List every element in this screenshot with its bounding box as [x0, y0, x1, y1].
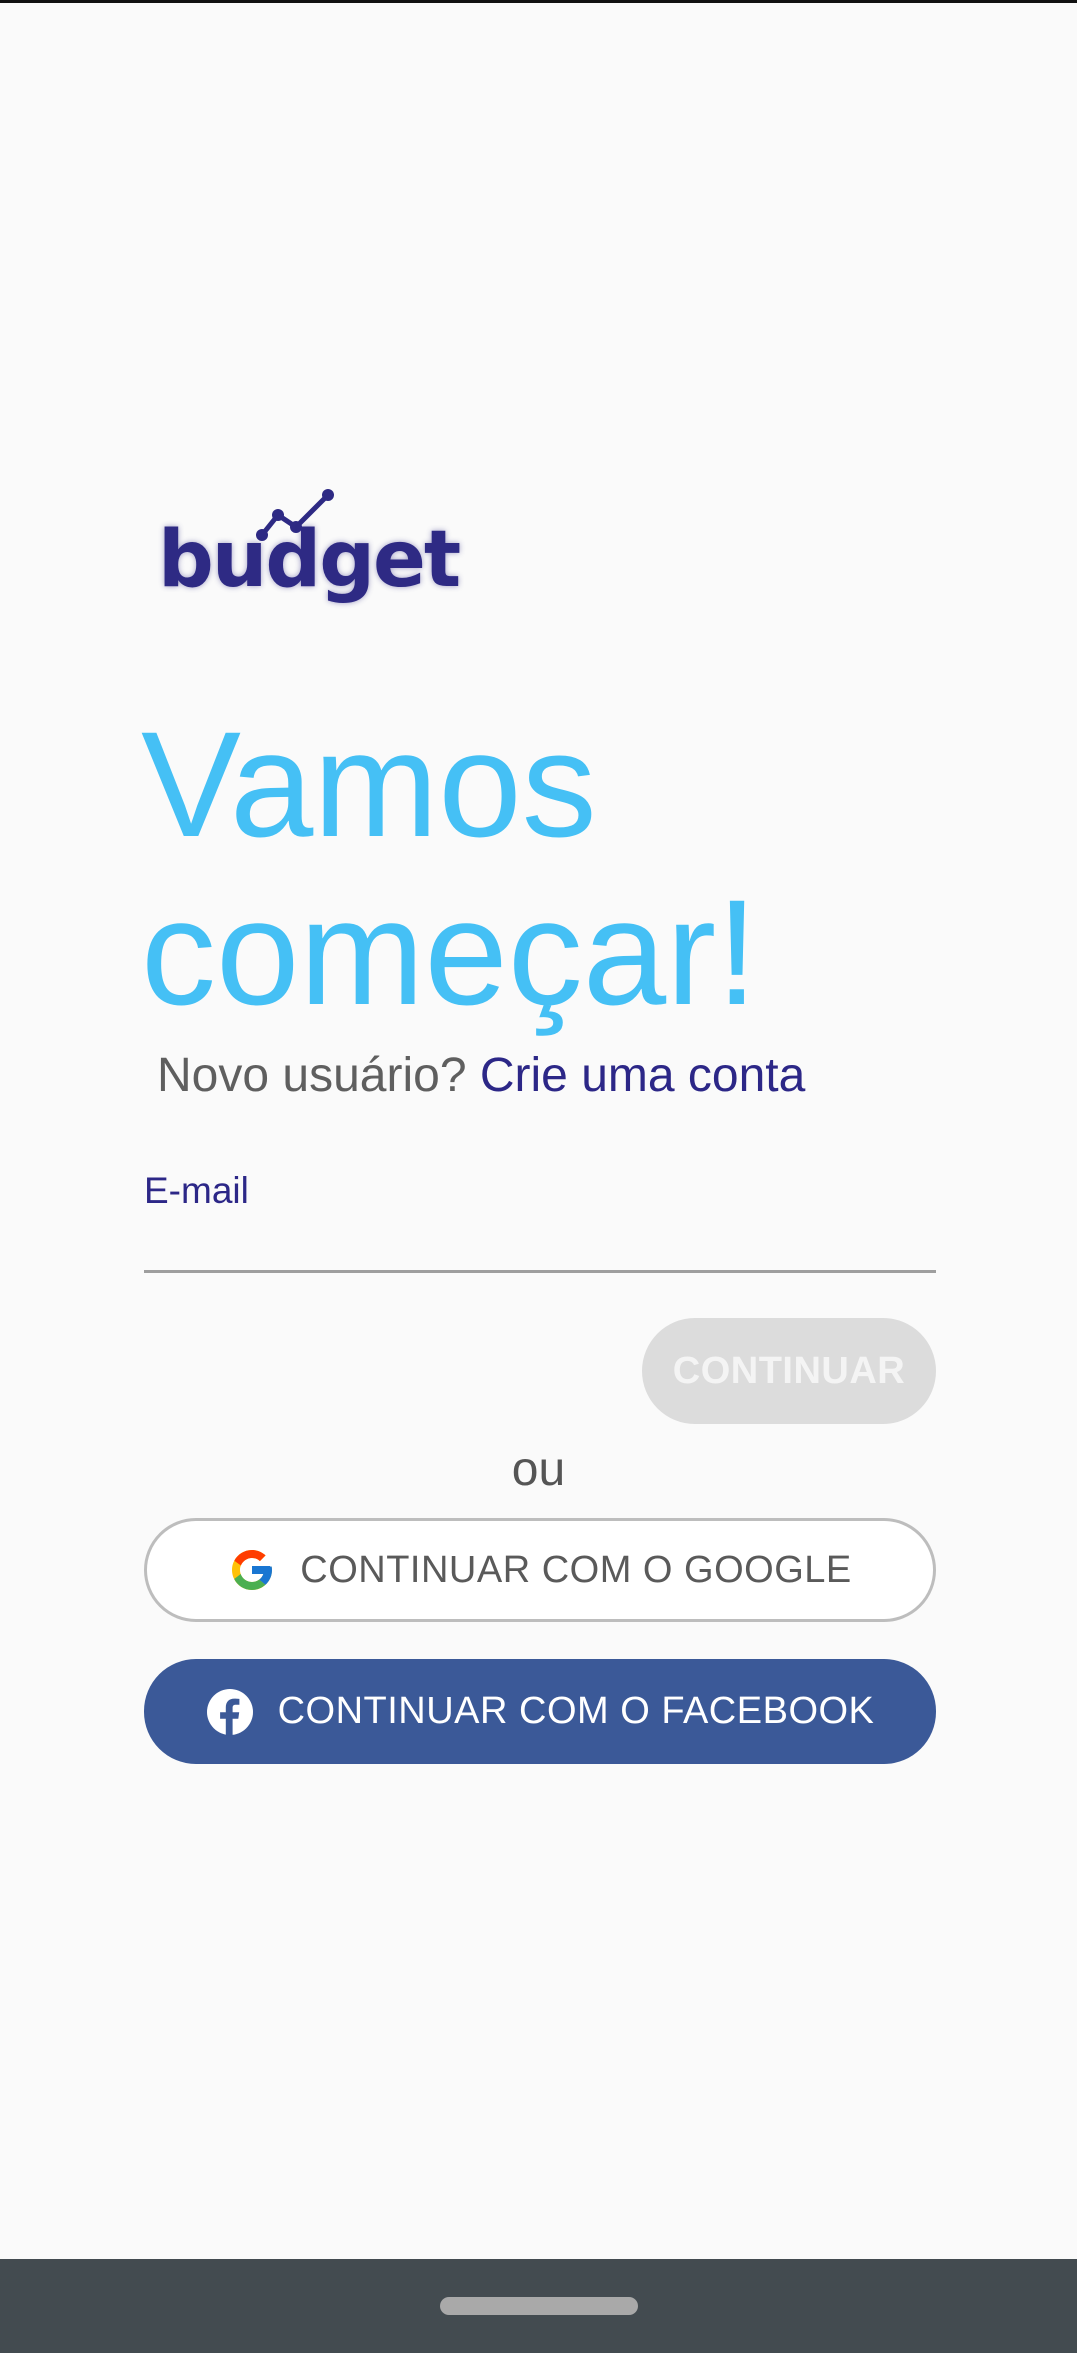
- logo-wordmark: budget: [158, 515, 461, 605]
- facebook-button-label: CONTINUAR COM O FACEBOOK: [277, 1690, 875, 1732]
- facebook-icon: [206, 1688, 254, 1736]
- title-line-1: Vamos: [141, 700, 597, 868]
- google-icon: [228, 1546, 276, 1594]
- home-gesture-handle[interactable]: [440, 2297, 638, 2315]
- google-signin-button[interactable]: CONTINUAR COM O GOOGLE: [144, 1518, 936, 1622]
- continue-button[interactable]: CONTINUAR: [642, 1318, 936, 1424]
- email-label: E-mail: [144, 1170, 249, 1211]
- google-button-label: CONTINUAR COM O GOOGLE: [300, 1548, 852, 1591]
- signup-prompt: Novo usuário?: [157, 1049, 467, 1102]
- email-field[interactable]: [144, 1215, 936, 1273]
- page-title: Vamos começar!: [141, 700, 1001, 1036]
- title-line-2: começar!: [141, 868, 758, 1036]
- signup-row: Novo usuário? Crie uma conta: [157, 1048, 805, 1103]
- or-divider: ou: [511, 1443, 566, 1496]
- budget-logo: budget: [150, 485, 461, 630]
- create-account-link[interactable]: Crie uma conta: [480, 1049, 805, 1102]
- facebook-signin-button[interactable]: CONTINUAR COM O FACEBOOK: [144, 1659, 936, 1764]
- status-bar-edge: [0, 0, 1077, 3]
